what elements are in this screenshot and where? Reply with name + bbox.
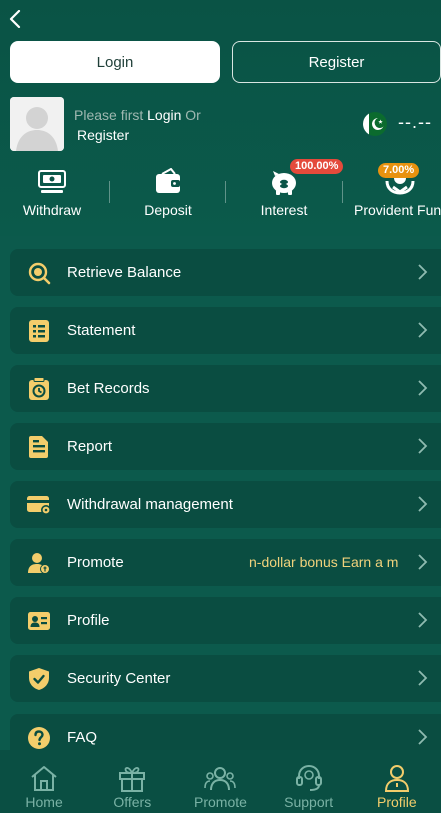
prompt-login-link[interactable]: Login: [147, 107, 181, 123]
menu-item-label: Report: [67, 438, 113, 455]
prompt-or: Or: [185, 107, 201, 123]
menu-item-label: Security Center: [67, 670, 171, 687]
team-icon: [204, 767, 237, 791]
quick-interest-label: Interest: [260, 202, 308, 218]
headset-icon: [295, 764, 322, 791]
chevron-right-icon: [418, 554, 428, 570]
chevron-right-icon: [418, 496, 428, 512]
nav-label: Offers: [113, 794, 152, 810]
nav-label: Support: [284, 794, 334, 810]
avatar[interactable]: [10, 97, 64, 151]
profile-header: Login Register Please first Login Or Reg…: [0, 0, 441, 236]
menu-item-profile[interactable]: Profile: [10, 597, 441, 644]
report-icon: [29, 435, 48, 458]
clipboard-clock-icon: [29, 376, 49, 400]
card-gear-icon: [27, 495, 51, 515]
chevron-right-icon: [418, 612, 428, 628]
id-card-icon: [28, 611, 50, 630]
nav-support[interactable]: Support: [265, 750, 353, 813]
interest-rate-badge: 100.00%: [290, 159, 344, 174]
menu-item-label: FAQ: [67, 729, 98, 746]
promote-marquee-text: n-dollar bonus Earn a m: [249, 554, 399, 570]
quick-withdraw[interactable]: Withdraw: [18, 165, 86, 225]
quick-deposit-label: Deposit: [144, 202, 192, 218]
prompt-register-link[interactable]: Register: [77, 127, 129, 143]
chevron-right-icon: [418, 438, 428, 454]
nav-label: Home: [25, 794, 63, 810]
quick-divider: [109, 181, 110, 203]
coin-search-icon: [28, 262, 51, 284]
menu-item-label: Retrieve Balance: [67, 264, 182, 281]
menu-list: Retrieve Balance Statement Bet Records R…: [0, 236, 441, 750]
menu-item-security-center[interactable]: Security Center: [10, 655, 441, 702]
quick-interest[interactable]: Interest: [250, 165, 318, 225]
quick-withdraw-label: Withdraw: [22, 202, 82, 218]
pakistan-flag-icon: [363, 112, 387, 136]
prompt-prefix: Please first: [74, 107, 144, 123]
quick-deposit[interactable]: Deposit: [134, 165, 202, 225]
menu-item-label: Promote: [67, 554, 124, 571]
balance-value: --.--: [398, 112, 432, 132]
nav-profile[interactable]: Profile: [353, 750, 441, 813]
menu-item-label: Withdrawal management: [67, 496, 233, 513]
gift-icon: [119, 766, 146, 792]
wallet-icon: [156, 168, 180, 193]
register-button[interactable]: Register: [232, 41, 441, 83]
quick-provident-fund-label: Provident Fund: [354, 202, 441, 218]
menu-item-label: Bet Records: [67, 380, 150, 397]
shield-check-icon: [29, 667, 49, 690]
menu-item-faq[interactable]: FAQ: [10, 714, 441, 750]
menu-item-label: Statement: [67, 322, 136, 339]
menu-item-report[interactable]: Report: [10, 423, 441, 470]
nav-home[interactable]: Home: [0, 750, 88, 813]
quick-divider: [225, 181, 226, 203]
profile-icon: [384, 765, 409, 792]
menu-item-promote[interactable]: Promote n-dollar bonus Earn a m: [10, 539, 441, 586]
menu-item-label: Profile: [67, 612, 110, 629]
menu-item-bet-records[interactable]: Bet Records: [10, 365, 441, 412]
chevron-left-icon: [9, 10, 21, 28]
menu-item-withdrawal-management[interactable]: Withdrawal management: [10, 481, 441, 528]
login-button[interactable]: Login: [10, 41, 220, 83]
quick-divider: [342, 181, 343, 203]
login-prompt: Please first Login Or Register: [74, 105, 244, 145]
avatar-placeholder-icon: [10, 97, 64, 151]
question-icon: [28, 726, 50, 749]
chevron-right-icon: [418, 322, 428, 338]
nav-label: Promote: [194, 794, 247, 810]
bottom-nav: Home Offers Promote Support Profile: [0, 750, 441, 813]
chevron-right-icon: [418, 729, 428, 745]
chevron-right-icon: [418, 264, 428, 280]
chevron-right-icon: [418, 380, 428, 396]
provident-rate-badge: 7.00%: [378, 163, 420, 178]
menu-item-statement[interactable]: Statement: [10, 307, 441, 354]
nav-promote[interactable]: Promote: [176, 750, 264, 813]
back-button[interactable]: [4, 8, 26, 30]
home-icon: [31, 766, 57, 791]
user-money-icon: [28, 552, 50, 574]
nav-offers[interactable]: Offers: [88, 750, 176, 813]
chevron-right-icon: [418, 670, 428, 686]
statement-icon: [29, 319, 49, 342]
withdraw-icon: [38, 170, 66, 193]
menu-item-retrieve-balance[interactable]: Retrieve Balance: [10, 249, 441, 296]
nav-label: Profile: [377, 794, 417, 810]
